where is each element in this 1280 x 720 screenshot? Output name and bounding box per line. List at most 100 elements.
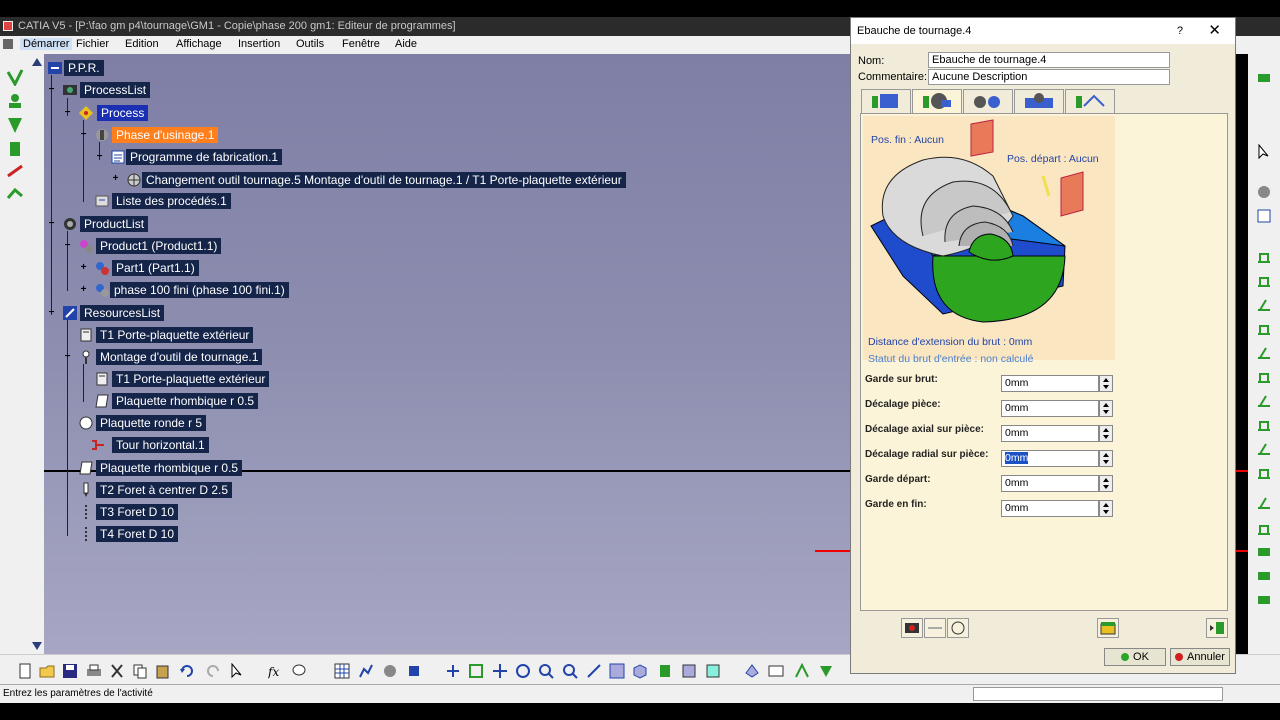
- pan-icon[interactable]: [492, 663, 508, 679]
- workbench-icon-4[interactable]: [6, 140, 24, 158]
- workbench-icon-3[interactable]: [6, 116, 24, 134]
- decalage-axial-input[interactable]: 0mm: [1001, 425, 1099, 442]
- rotate-icon[interactable]: [515, 663, 531, 679]
- tree-scrollbar[interactable]: [30, 54, 44, 654]
- menu-edition[interactable]: Edition: [125, 38, 159, 50]
- tool-icon[interactable]: [1256, 70, 1272, 86]
- tab-macros[interactable]: [1065, 89, 1115, 113]
- menu-insertion[interactable]: Insertion: [238, 38, 280, 50]
- select-cursor-icon[interactable]: [1256, 143, 1272, 160]
- garde-depart-spinner[interactable]: [1099, 475, 1113, 492]
- tree-node-ppr[interactable]: P.P.R.: [64, 60, 104, 76]
- tab-geometry[interactable]: [912, 89, 962, 115]
- tree-node-phase-usinage[interactable]: Phase d'usinage.1: [112, 127, 219, 143]
- tree-node-changement-outil[interactable]: Changement outil tournage.5 Montage d'ou…: [142, 172, 626, 188]
- cancel-button[interactable]: Annuler: [1170, 648, 1230, 666]
- tree-node-tour-horizontal[interactable]: Tour horizontal.1: [112, 437, 209, 453]
- tree-node-processlist[interactable]: ProcessList: [80, 82, 151, 98]
- graph-icon[interactable]: [358, 663, 374, 679]
- save-icon[interactable]: [62, 663, 78, 679]
- fit-all-icon[interactable]: [468, 663, 484, 679]
- iso-view-icon[interactable]: [632, 663, 648, 679]
- cut-icon[interactable]: [109, 663, 125, 679]
- expand-icon[interactable]: +: [111, 174, 120, 184]
- collapse-icon[interactable]: −: [47, 85, 56, 95]
- ok-button[interactable]: OK: [1104, 648, 1166, 666]
- tree-node-process[interactable]: Process: [97, 105, 149, 121]
- decalage-radial-spinner[interactable]: [1099, 450, 1113, 467]
- zoom-in-icon[interactable]: [538, 663, 554, 679]
- garde-sur-brut-spinner[interactable]: [1099, 375, 1113, 392]
- command-input[interactable]: [973, 687, 1223, 701]
- tool-icon[interactable]: [768, 663, 784, 679]
- tool-icon[interactable]: [818, 663, 834, 679]
- multi-view-icon[interactable]: [609, 663, 625, 679]
- tool-icon[interactable]: [1256, 440, 1272, 456]
- workbench-icon-1[interactable]: [6, 68, 24, 88]
- menu-fenetre[interactable]: Fenêtre: [342, 38, 380, 50]
- undo-icon[interactable]: [179, 663, 195, 679]
- tab-strategy[interactable]: [861, 89, 911, 113]
- copy-icon[interactable]: [132, 663, 148, 679]
- fly-icon[interactable]: [445, 663, 461, 679]
- geometry-sensitive-image[interactable]: Pos. fin : Aucun Pos. départ : Aucun Dis…: [863, 116, 1115, 365]
- tool-icon[interactable]: [1256, 520, 1272, 536]
- pos-fin-label[interactable]: Pos. fin : Aucun: [871, 134, 944, 146]
- shading-icon[interactable]: [657, 663, 673, 679]
- tree-node-resourceslist[interactable]: ResourcesList: [80, 305, 165, 321]
- scroll-down-arrow-icon[interactable]: [32, 642, 42, 650]
- tree-node-plaquette-rhombique[interactable]: Plaquette rhombique r 0.5: [112, 393, 259, 409]
- tool-icon[interactable]: [1256, 494, 1272, 510]
- tool-icon[interactable]: [1256, 296, 1272, 312]
- decalage-radial-input[interactable]: 0mm: [1001, 450, 1099, 467]
- menu-aide[interactable]: Aide: [395, 38, 417, 50]
- tree-node-t1-porte-plaquette[interactable]: T1 Porte-plaquette extérieur: [96, 327, 254, 343]
- window-menu-icon[interactable]: [3, 39, 13, 49]
- tab-tool[interactable]: [963, 89, 1013, 113]
- expand-icon[interactable]: +: [79, 285, 88, 295]
- tree-node-plaquette-ronde[interactable]: Plaquette ronde r 5: [96, 415, 207, 431]
- scroll-up-arrow-icon[interactable]: [32, 58, 42, 66]
- tool-icon[interactable]: [1256, 464, 1272, 480]
- tool-icon[interactable]: [1256, 208, 1272, 224]
- garde-depart-input[interactable]: 0mm: [1001, 475, 1099, 492]
- tool-path-replay-icon[interactable]: [901, 618, 923, 638]
- simulation-icon[interactable]: [924, 618, 946, 638]
- tree-node-t2-foret[interactable]: T2 Foret à centrer D 2.5: [96, 482, 233, 498]
- decalage-axial-spinner[interactable]: [1099, 425, 1113, 442]
- tool-icon[interactable]: [1256, 392, 1272, 408]
- collapse-icon[interactable]: −: [63, 352, 72, 362]
- open-icon[interactable]: [39, 663, 55, 679]
- tool-icon[interactable]: [744, 663, 760, 679]
- commentaire-field[interactable]: Aucune Description: [928, 69, 1170, 85]
- workbench-icon-2[interactable]: [6, 92, 24, 110]
- tool-icon[interactable]: [406, 663, 422, 679]
- tool-icon[interactable]: [794, 662, 810, 679]
- menu-fichier[interactable]: Fichier: [76, 38, 109, 50]
- collapse-icon[interactable]: −: [95, 152, 104, 162]
- knowledge-icon[interactable]: [291, 663, 307, 679]
- collapse-icon[interactable]: −: [47, 308, 56, 318]
- tree-node-product1[interactable]: Product1 (Product1.1): [96, 238, 222, 254]
- distance-extension-label[interactable]: Distance d'extension du brut : 0mm: [868, 336, 1032, 348]
- tree-node-montage-outil[interactable]: Montage d'outil de tournage.1: [96, 349, 263, 365]
- menu-outils[interactable]: Outils: [296, 38, 324, 50]
- swap-visible-icon[interactable]: [705, 663, 721, 679]
- more-options-icon[interactable]: [1206, 618, 1228, 638]
- nom-field[interactable]: Ebauche de tournage.4: [928, 52, 1170, 68]
- decalage-piece-spinner[interactable]: [1099, 400, 1113, 417]
- collapse-icon[interactable]: −: [47, 219, 56, 229]
- formula-icon[interactable]: fx: [267, 663, 284, 679]
- collapse-icon[interactable]: −: [79, 130, 88, 140]
- tab-feeds-speeds[interactable]: [1014, 89, 1064, 113]
- tree-node-t1-porte-plaquette-2[interactable]: T1 Porte-plaquette extérieur: [112, 371, 270, 387]
- tool-icon[interactable]: [1256, 272, 1272, 288]
- whats-this-icon[interactable]: [229, 662, 245, 679]
- pos-depart-label[interactable]: Pos. départ : Aucun: [1007, 153, 1099, 165]
- analysis-icon[interactable]: [947, 618, 969, 638]
- table-icon[interactable]: [334, 663, 350, 679]
- tool-icon[interactable]: [1256, 568, 1272, 584]
- garde-en-fin-input[interactable]: 0mm: [1001, 500, 1099, 517]
- tool-icon[interactable]: [1256, 344, 1272, 360]
- tree-node-programme[interactable]: Programme de fabrication.1: [126, 149, 283, 165]
